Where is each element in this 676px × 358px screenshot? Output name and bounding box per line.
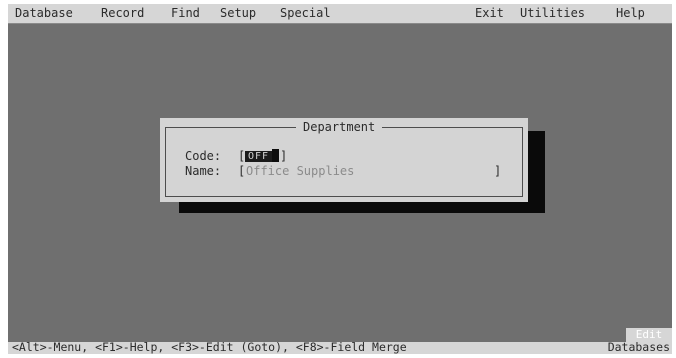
- code-label: Code:: [185, 149, 222, 163]
- dialog-title: Department: [296, 120, 383, 135]
- name-open-bracket: [: [238, 164, 246, 178]
- status-bar: <Alt>-Menu, <F1>-Help, <F3>-Edit (Goto),…: [8, 340, 672, 354]
- menu-exit[interactable]: Exit: [475, 6, 504, 21]
- menu-bar: Database Record Find Setup Special Exit …: [8, 4, 672, 24]
- menu-setup[interactable]: Setup: [220, 6, 256, 21]
- context-label: Databases: [607, 340, 670, 354]
- name-close-bracket: ]: [494, 164, 502, 178]
- menu-record[interactable]: Record: [101, 6, 144, 21]
- name-label: Name:: [185, 164, 222, 178]
- menu-database[interactable]: Database: [15, 6, 73, 21]
- menu-special[interactable]: Special: [280, 6, 331, 21]
- menu-utilities[interactable]: Utilities: [520, 6, 585, 21]
- text-cursor: [272, 149, 279, 162]
- code-close-bracket: ]: [280, 149, 288, 163]
- dos-screen: Database Record Find Setup Special Exit …: [8, 4, 672, 354]
- key-hints: <Alt>-Menu, <F1>-Help, <F3>-Edit (Goto),…: [12, 340, 407, 354]
- code-field[interactable]: OFF: [245, 151, 272, 162]
- menu-help[interactable]: Help: [616, 6, 645, 21]
- department-dialog: Department Code: [ OFF ] Name: [ Office …: [160, 118, 528, 202]
- name-field[interactable]: Office Supplies: [246, 164, 354, 178]
- menu-find[interactable]: Find: [171, 6, 200, 21]
